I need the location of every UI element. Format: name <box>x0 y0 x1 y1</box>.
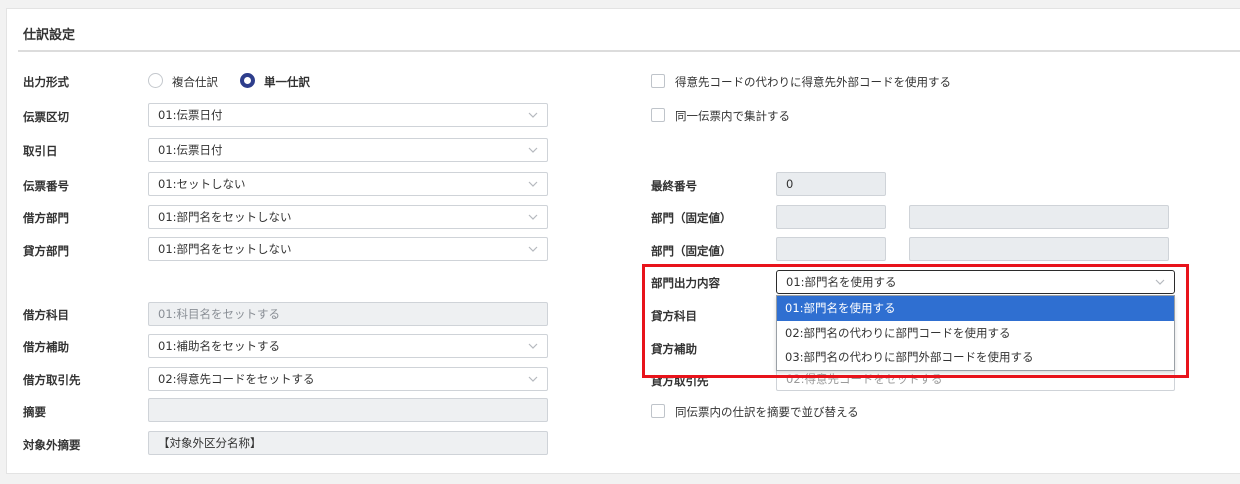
output-format-label: 出力形式 <box>23 75 69 89</box>
credit-dept-label: 貸方部門 <box>23 244 69 258</box>
last-number-input[interactable]: 0 <box>776 172 886 196</box>
dept-output-select[interactable]: 01:部門名を使用する <box>776 270 1175 294</box>
chevron-down-icon <box>528 246 538 252</box>
section-divider <box>18 50 1240 52</box>
summary-input[interactable] <box>148 398 548 422</box>
dropdown-option-dept-external-code[interactable]: 03:部門名の代わりに部門外部コードを使用する <box>777 345 1174 370</box>
chevron-down-icon <box>528 181 538 187</box>
credit-partner-value: 02:得意先コードをセットする <box>786 372 943 386</box>
chevron-down-icon <box>528 376 538 382</box>
dropdown-option-dept-name[interactable]: 01:部門名を使用する <box>777 296 1174 321</box>
slip-break-value: 01:伝票日付 <box>158 108 223 122</box>
debit-dept-select[interactable]: 01:部門名をセットしない <box>148 205 548 229</box>
chevron-down-icon <box>1155 279 1165 285</box>
chevron-down-icon <box>528 214 538 220</box>
credit-dept-select[interactable]: 01:部門名をセットしない <box>148 237 548 261</box>
slip-break-label: 伝票区切 <box>23 110 69 124</box>
chevron-down-icon <box>528 343 538 349</box>
transaction-date-select[interactable]: 01:伝票日付 <box>148 138 548 162</box>
aggregate-checkbox-label[interactable]: 同一伝票内で集計する <box>675 108 790 124</box>
slip-break-select[interactable]: 01:伝票日付 <box>148 103 548 127</box>
slip-number-select[interactable]: 01:セットしない <box>148 172 548 196</box>
transaction-date-value: 01:伝票日付 <box>158 143 223 157</box>
debit-sub-value: 01:補助名をセットする <box>158 339 281 353</box>
dept-output-dropdown: 01:部門名を使用する 02:部門名の代わりに部門コードを使用する 03:部門名… <box>776 295 1175 371</box>
debit-partner-value: 02:得意先コードをセットする <box>158 372 315 386</box>
credit-partner-label: 貸方取引先 <box>651 374 709 388</box>
dept-fixed-1-label: 部門（固定値） <box>651 211 732 225</box>
transaction-date-label: 取引日 <box>23 144 58 158</box>
credit-dept-value: 01:部門名をセットしない <box>158 242 292 256</box>
radio-compound-journal-label[interactable]: 複合仕訳 <box>172 74 218 90</box>
dept-fixed-2-name-input[interactable] <box>909 237 1169 261</box>
radio-single-journal-label[interactable]: 単一仕訳 <box>264 74 310 90</box>
credit-account-label: 貸方科目 <box>651 309 697 323</box>
debit-sub-select[interactable]: 01:補助名をセットする <box>148 334 548 358</box>
external-code-checkbox-label[interactable]: 得意先コードの代わりに得意先外部コードを使用する <box>675 74 951 90</box>
section-title: 仕訳設定 <box>23 28 76 43</box>
debit-sub-label: 借方補助 <box>23 340 69 354</box>
dept-output-label: 部門出力内容 <box>651 276 720 290</box>
sort-by-summary-checkbox[interactable] <box>651 404 665 418</box>
slip-number-label: 伝票番号 <box>23 179 69 193</box>
aggregate-checkbox[interactable] <box>651 108 665 122</box>
slip-number-value: 01:セットしない <box>158 177 246 191</box>
sort-by-summary-checkbox-label[interactable]: 同伝票内の仕訳を摘要で並び替える <box>675 404 859 420</box>
dept-fixed-1-name-input[interactable] <box>909 205 1169 229</box>
dept-fixed-1-code-input[interactable] <box>776 205 886 229</box>
chevron-down-icon <box>528 112 538 118</box>
external-code-checkbox[interactable] <box>651 74 665 88</box>
dept-fixed-2-code-input[interactable] <box>776 237 886 261</box>
credit-sub-label: 貸方補助 <box>651 342 697 356</box>
dept-output-value: 01:部門名を使用する <box>786 275 897 289</box>
debit-account-label: 借方科目 <box>23 308 69 322</box>
dept-fixed-2-label: 部門（固定値） <box>651 244 732 258</box>
radio-compound-journal[interactable] <box>148 73 163 88</box>
dropdown-option-dept-code[interactable]: 02:部門名の代わりに部門コードを使用する <box>777 321 1174 346</box>
chevron-down-icon <box>528 147 538 153</box>
debit-partner-label: 借方取引先 <box>23 373 81 387</box>
summary-label: 摘要 <box>23 405 46 419</box>
radio-single-journal[interactable] <box>240 73 255 88</box>
excluded-summary-label: 対象外摘要 <box>23 438 81 452</box>
debit-dept-label: 借方部門 <box>23 211 69 225</box>
debit-account-field: 01:科目名をセットする <box>148 302 548 326</box>
last-number-label: 最終番号 <box>651 179 697 193</box>
excluded-summary-input[interactable]: 【対象外区分名称】 <box>148 431 548 455</box>
debit-dept-value: 01:部門名をセットしない <box>158 210 292 224</box>
debit-partner-select[interactable]: 02:得意先コードをセットする <box>148 367 548 391</box>
